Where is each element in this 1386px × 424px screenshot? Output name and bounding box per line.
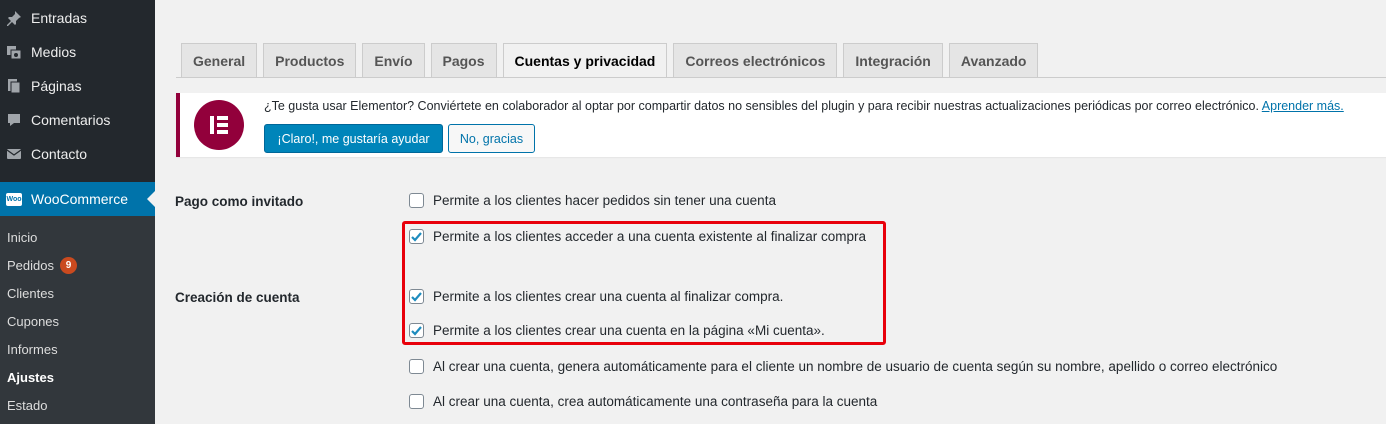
option-label: Al crear una cuenta, crea automáticament… — [433, 394, 878, 409]
option-generate-username[interactable]: Al crear una cuenta, genera automáticame… — [409, 359, 1277, 374]
submenu-label: Informes — [7, 341, 58, 357]
tab-integracion[interactable]: Integración — [843, 43, 943, 77]
submenu-ajustes[interactable]: Ajustes — [7, 363, 54, 391]
elementor-logo-icon — [194, 100, 244, 150]
submenu-cupones[interactable]: Cupones — [7, 307, 59, 335]
menu-label: Comentarios — [31, 112, 111, 128]
option-label: Permite a los clientes hacer pedidos sin… — [433, 193, 776, 208]
notice-message: ¿Te gusta usar Elementor? Conviértete en… — [264, 99, 1344, 113]
menu-item-entradas[interactable]: Entradas — [0, 1, 155, 35]
count-badge: 9 — [59, 256, 77, 274]
menu-label: Contacto — [31, 146, 88, 162]
woocommerce-icon: Woo — [6, 191, 22, 207]
submenu-inicio[interactable]: Inicio — [7, 223, 37, 251]
tab-productos[interactable]: Productos — [263, 43, 357, 77]
menu-label: Medios — [31, 44, 77, 60]
red-highlight-box — [402, 221, 886, 345]
account-creation-label: Creación de cuenta — [175, 290, 300, 305]
admin-sidebar: Entradas Medios Páginas Comentarios Cont… — [0, 0, 155, 424]
submenu-label: Pedidos — [7, 257, 54, 273]
menu-label: Entradas — [31, 10, 88, 26]
submenu-label: Cupones — [7, 313, 60, 329]
mail-icon — [6, 146, 22, 162]
media-icon — [6, 44, 22, 60]
guest-checkout-label: Pago como invitado — [175, 194, 304, 209]
checkbox-unchecked[interactable] — [409, 359, 424, 374]
option-guest-orders[interactable]: Permite a los clientes hacer pedidos sin… — [409, 193, 776, 208]
accept-tracking-button[interactable]: ¡Claro!, me gustaría ayudar — [264, 124, 443, 153]
menu-item-paginas[interactable]: Páginas — [0, 69, 155, 103]
tab-envio[interactable]: Envío — [362, 43, 425, 77]
submenu-informes[interactable]: Informes — [7, 335, 58, 363]
tab-avanzado[interactable]: Avanzado — [948, 43, 1039, 77]
settings-tabs: General Productos Envío Pagos Cuentas y … — [181, 43, 1044, 78]
submenu-estado[interactable]: Estado — [7, 391, 47, 419]
submenu-label: Inicio — [7, 229, 38, 245]
submenu-pedidos[interactable]: Pedidos 9 — [7, 251, 77, 279]
comment-icon — [6, 112, 22, 128]
tabs-divider — [176, 77, 1386, 78]
submenu-clientes[interactable]: Clientes — [7, 279, 54, 307]
decline-tracking-button[interactable]: No, gracias — [448, 124, 535, 153]
option-label: Al crear una cuenta, genera automáticame… — [433, 359, 1278, 374]
notice-text: ¿Te gusta usar Elementor? Conviértete en… — [264, 99, 1259, 113]
checkbox-unchecked[interactable] — [409, 394, 424, 409]
menu-item-medios[interactable]: Medios — [0, 35, 155, 69]
submenu-label: Clientes — [7, 285, 54, 301]
woocommerce-logo: Woo — [6, 192, 22, 206]
menu-label: Páginas — [31, 78, 82, 94]
elementor-notice: ¿Te gusta usar Elementor? Conviértete en… — [176, 93, 1386, 157]
pin-icon — [6, 10, 22, 26]
tab-general[interactable]: General — [181, 43, 258, 77]
tab-correos[interactable]: Correos electrónicos — [673, 43, 838, 77]
learn-more-link[interactable]: Aprender más. — [1262, 99, 1344, 113]
menu-item-contacto[interactable]: Contacto — [0, 137, 155, 171]
woocommerce-submenu: Inicio Pedidos 9 Clientes Cupones Informe… — [0, 216, 155, 424]
tab-pagos[interactable]: Pagos — [430, 43, 497, 77]
submenu-label: Estado — [7, 397, 48, 413]
checkbox-unchecked[interactable] — [409, 193, 424, 208]
current-menu-arrow — [147, 191, 155, 207]
option-generate-password[interactable]: Al crear una cuenta, crea automáticament… — [409, 394, 877, 409]
menu-item-woocommerce[interactable]: Woo WooCommerce — [0, 182, 155, 216]
pages-icon — [6, 78, 22, 94]
tab-cuentas-privacidad[interactable]: Cuentas y privacidad — [502, 43, 668, 78]
menu-label: WooCommerce — [31, 191, 128, 207]
submenu-label: Ajustes — [7, 369, 54, 385]
menu-item-comentarios[interactable]: Comentarios — [0, 103, 155, 137]
